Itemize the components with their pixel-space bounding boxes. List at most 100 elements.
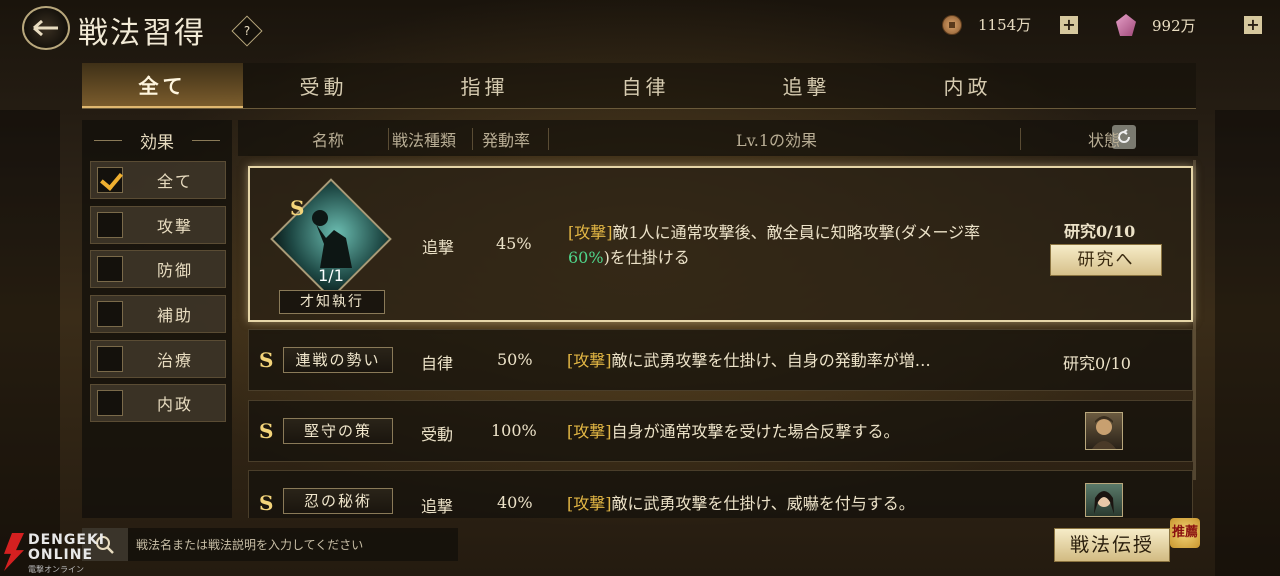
copper-currency: 1154万 + [942, 14, 1078, 35]
skill-type: 追撃 [422, 238, 455, 257]
search-input[interactable] [136, 528, 454, 561]
header-effect: Lv.1の効果 [736, 131, 818, 150]
checkbox-icon[interactable] [97, 346, 123, 372]
teach-tactic-button[interactable]: 戦法伝授 [1054, 528, 1170, 562]
tab-domestic[interactable]: 内政 [887, 63, 1048, 108]
back-button[interactable] [22, 6, 70, 50]
filter-label: 治療 [157, 351, 194, 370]
skill-description: [攻撃]敵1人に通常攻撃後、敵全員に知略攻撃(ダメージ率 60%)を仕掛ける [568, 220, 1008, 270]
filter-label: 防御 [157, 261, 194, 280]
top-bar: 戦法習得 ? 1154万 + 992万 + [0, 0, 1280, 56]
tab-active[interactable]: 自律 [565, 63, 726, 108]
list-header: 名称 戦法種類 発動率 Lv.1の効果 状態 [238, 120, 1198, 156]
skill-icon: S 1/1 才知執行 [270, 178, 392, 314]
list-scrollbar[interactable] [1193, 160, 1196, 480]
skill-name: 忍の秘術 [283, 488, 393, 514]
filter-label: 内政 [157, 395, 194, 414]
tab-pursuit[interactable]: 追撃 [726, 63, 887, 108]
tab-passive[interactable]: 受動 [243, 63, 404, 108]
desc-text: 敵に武勇攻撃を仕掛け、自身の発動率が増… [611, 351, 931, 370]
research-status: 研究0/10 [1064, 222, 1136, 241]
filter-title: 効果 [82, 120, 232, 156]
gem-currency: 992万 + [1116, 14, 1262, 36]
list-item[interactable]: S 堅守の策 受動 100% [攻撃]自身が通常攻撃を受けた場合反撃する。 [248, 400, 1193, 462]
research-button[interactable]: 研究へ [1050, 244, 1162, 276]
skill-rate: 100% [491, 421, 537, 440]
filter-item-heal[interactable]: 治療 [90, 340, 226, 378]
effect-tag: [攻撃] [567, 351, 612, 370]
desc-text: 敵1人に通常攻撃後、敵全員に知略攻撃(ダメージ率 [612, 223, 981, 242]
filter-item-all[interactable]: 全て [90, 161, 226, 199]
filter-label: 攻撃 [157, 217, 194, 236]
lightning-logo-icon [4, 533, 24, 571]
copper-amount: 1154万 [978, 16, 1032, 34]
warrior-silhouette-icon [312, 210, 352, 268]
skill-grade: S [259, 491, 274, 515]
skill-description: [攻撃]敵に武勇攻撃を仕掛け、自身の発動率が増… [567, 348, 1007, 373]
watermark-sub: 電撃オンライン [28, 565, 84, 574]
list-item-selected[interactable]: S 1/1 才知執行 追撃 45% [攻撃]敵1人に通常攻撃後、敵全員に知略攻撃… [248, 166, 1193, 322]
effect-tag: [攻撃] [568, 223, 613, 242]
tab-command[interactable]: 指揮 [404, 63, 565, 108]
checkbox-icon[interactable] [97, 256, 123, 282]
gem-amount: 992万 [1152, 16, 1196, 35]
tab-all[interactable]: 全て [82, 63, 243, 108]
coin-icon [942, 14, 962, 35]
checkbox-icon[interactable] [97, 390, 123, 416]
filter-item-domestic[interactable]: 内政 [90, 384, 226, 422]
watermark-line2: ONLINE [28, 547, 94, 563]
list-item[interactable]: S 忍の秘術 追撃 40% [攻撃]敵に武勇攻撃を仕掛け、威嚇を付与する。 [248, 470, 1193, 518]
filter-item-defense[interactable]: 防御 [90, 250, 226, 288]
watermark-text: DENGEKI ONLINE [28, 533, 105, 563]
effect-tag: [攻撃] [567, 494, 612, 513]
skill-description: [攻撃]敵に武勇攻撃を仕掛け、威嚇を付与する。 [567, 491, 1007, 516]
research-status: 研究0/10 [1063, 354, 1131, 373]
header-rate: 発動率 [482, 131, 531, 150]
header-divider [1020, 128, 1021, 150]
skill-name: 才知執行 [279, 290, 385, 314]
help-icon: ? [243, 24, 251, 38]
filter-item-attack[interactable]: 攻撃 [90, 206, 226, 244]
header-divider [548, 128, 549, 150]
list-item[interactable]: S 連戦の勢い 自律 50% [攻撃]敵に武勇攻撃を仕掛け、自身の発動率が増… … [248, 329, 1193, 391]
female-general-portrait-icon[interactable] [1085, 483, 1123, 517]
recommend-badge: 推薦 [1170, 518, 1200, 548]
skill-type: 自律 [421, 354, 454, 373]
checkbox-icon[interactable] [97, 212, 123, 238]
desc-text: )を仕掛ける [603, 248, 690, 267]
header-name: 名称 [312, 131, 345, 150]
filter-item-support[interactable]: 補助 [90, 295, 226, 333]
header-status: 状態 [1088, 131, 1121, 150]
background-beam [0, 110, 60, 576]
header-type: 戦法種類 [392, 131, 457, 150]
add-copper-button[interactable]: + [1060, 15, 1078, 34]
header-divider [472, 128, 473, 150]
dengeki-online-watermark-logo: DENGEKI ONLINE 電撃オンライン [4, 533, 124, 575]
filter-label: 補助 [157, 306, 194, 325]
desc-text: 敵に武勇攻撃を仕掛け、威嚇を付与する。 [611, 494, 915, 513]
tab-empty [1048, 63, 1196, 108]
general-portrait-icon[interactable] [1085, 412, 1123, 450]
skill-description: [攻撃]自身が通常攻撃を受けた場合反撃する。 [567, 419, 1007, 444]
skill-rate: 40% [497, 493, 533, 512]
watermark-line1: DENGEKI [28, 532, 106, 548]
background-beam [1215, 110, 1280, 576]
checkbox-icon[interactable] [97, 301, 123, 327]
skill-count: 1/1 [318, 266, 344, 285]
help-button[interactable]: ? [231, 15, 263, 47]
page-title: 戦法習得 [78, 16, 206, 51]
add-gem-button[interactable]: + [1244, 16, 1262, 34]
header-divider [388, 128, 389, 150]
gem-icon [1116, 14, 1136, 36]
skill-rate: 45% [496, 234, 532, 253]
category-tabs: 全て 受動 指揮 自律 追撃 内政 [82, 63, 1196, 109]
skill-type: 追撃 [421, 497, 454, 516]
back-arrow-icon [33, 19, 58, 37]
skill-name: 連戦の勢い [283, 347, 393, 373]
filter-label: 全て [157, 172, 194, 191]
desc-percent: 60% [568, 248, 604, 267]
effect-tag: [攻撃] [567, 422, 612, 441]
skill-grade: S [259, 419, 274, 443]
skill-grade: S [259, 348, 274, 372]
checkbox-checked-icon[interactable] [97, 167, 123, 193]
